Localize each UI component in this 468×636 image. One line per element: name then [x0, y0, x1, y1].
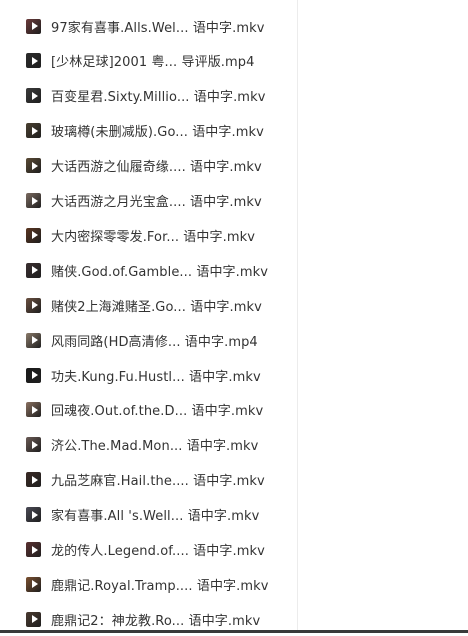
file-name: 赌侠2上海滩赌圣.Go... 语中字.mkv — [51, 299, 262, 315]
play-icon — [31, 161, 38, 170]
play-icon — [31, 126, 38, 135]
video-thumbnail-icon — [26, 332, 41, 348]
play-icon — [31, 22, 38, 30]
play-icon — [31, 615, 38, 624]
play-icon — [31, 580, 38, 589]
file-name: 功夫.Kung.Fu.Hustl... 语中字.mkv — [51, 369, 261, 385]
file-name: 大话西游之仙履奇缘.... 语中字.mkv — [51, 160, 262, 176]
file-row[interactable]: 回魂夜.Out.of.the.D... 语中字.mkv — [0, 393, 296, 427]
file-row[interactable]: 家有喜事.All 's.Well... 语中字.mkv — [0, 498, 296, 532]
video-thumbnail-icon — [26, 507, 41, 523]
file-row[interactable]: 玻璃樽(未删减版).Go... 语中字.mkv — [0, 114, 296, 148]
file-name: 赌侠.God.of.Gamble... 语中字.mkv — [51, 264, 269, 280]
video-thumbnail-icon — [26, 88, 41, 104]
play-icon — [31, 371, 38, 379]
play-icon — [31, 475, 38, 484]
file-row[interactable]: 济公.The.Mad.Mon... 语中字.mkv — [0, 428, 296, 462]
file-name: 回魂夜.Out.of.the.D... 语中字.mkv — [51, 404, 264, 420]
play-icon — [31, 440, 38, 449]
file-name: [少林足球]2001 粤... 导评版.mp4 — [51, 55, 255, 71]
play-icon — [31, 336, 38, 345]
file-row[interactable]: 大话西游之月光宝盒.... 语中字.mkv — [0, 184, 296, 218]
video-thumbnail-icon — [26, 402, 41, 418]
file-row[interactable]: 鹿鼎记.Royal.Tramp.... 语中字.mkv — [0, 567, 296, 601]
file-name: 97家有喜事.Alls.Wel... 语中字.mkv — [51, 20, 265, 36]
video-thumbnail-icon — [26, 367, 41, 383]
play-icon — [31, 266, 38, 275]
file-name: 家有喜事.All 's.Well... 语中字.mkv — [51, 509, 260, 525]
video-thumbnail-icon — [26, 227, 41, 243]
file-row[interactable]: 大内密探零零发.For... 语中字.mkv — [0, 218, 296, 252]
file-row[interactable]: 龙的传人.Legend.of.... 语中字.mkv — [0, 533, 296, 567]
play-icon — [31, 231, 38, 240]
file-row[interactable]: 赌侠2上海滩赌圣.Go... 语中字.mkv — [0, 288, 296, 322]
play-icon — [31, 91, 38, 100]
file-row[interactable]: [少林足球]2001 粤... 导评版.mp4 — [0, 44, 296, 78]
file-name: 九品芝麻官.Hail.the.... 语中字.mkv — [51, 474, 265, 490]
video-thumbnail-icon — [26, 18, 41, 34]
file-name: 玻璃樽(未删减版).Go... 语中字.mkv — [51, 125, 264, 141]
play-icon — [31, 510, 38, 519]
file-row[interactable]: 97家有喜事.Alls.Wel... 语中字.mkv — [0, 9, 296, 43]
play-icon — [31, 56, 38, 65]
file-name: 风雨同路(HD高清修... 语中字.mp4 — [51, 334, 258, 350]
play-icon — [31, 405, 38, 414]
file-name: 鹿鼎记.Royal.Tramp.... 语中字.mkv — [51, 578, 269, 594]
video-thumbnail-icon — [26, 437, 41, 453]
file-row[interactable]: 赌侠.God.of.Gamble... 语中字.mkv — [0, 253, 296, 287]
file-row[interactable]: 九品芝麻官.Hail.the.... 语中字.mkv — [0, 463, 296, 497]
play-icon — [31, 301, 38, 310]
file-row[interactable]: 大话西游之仙履奇缘.... 语中字.mkv — [0, 149, 296, 183]
video-thumbnail-icon — [26, 611, 41, 627]
file-row[interactable]: 风雨同路(HD高清修... 语中字.mp4 — [0, 323, 296, 357]
video-thumbnail-icon — [26, 576, 41, 592]
video-thumbnail-icon — [26, 262, 41, 278]
file-name: 鹿鼎记2：神龙教.Ro... 语中字.mkv — [51, 613, 261, 629]
video-thumbnail-icon — [26, 123, 41, 139]
video-thumbnail-icon — [26, 53, 41, 69]
file-name: 大内密探零零发.For... 语中字.mkv — [51, 229, 255, 245]
video-thumbnail-icon — [26, 193, 41, 208]
video-thumbnail-icon — [26, 542, 41, 557]
file-name: 百变星君.Sixty.Millio... 语中字.mkv — [51, 90, 266, 106]
file-row[interactable]: 百变星君.Sixty.Millio... 语中字.mkv — [0, 79, 296, 113]
play-icon — [31, 196, 38, 205]
file-row[interactable]: 功夫.Kung.Fu.Hustl... 语中字.mkv — [0, 358, 296, 392]
video-thumbnail-icon — [26, 158, 41, 174]
play-icon — [31, 545, 38, 554]
video-thumbnail-icon — [26, 297, 41, 313]
file-name: 大话西游之月光宝盒.... 语中字.mkv — [51, 195, 262, 210]
file-list: 97家有喜事.Alls.Wel... 语中字.mkv [少林足球]2001 粤..… — [0, 0, 298, 633]
video-thumbnail-icon — [26, 472, 41, 488]
file-name: 济公.The.Mad.Mon... 语中字.mkv — [51, 439, 259, 455]
file-name: 龙的传人.Legend.of.... 语中字.mkv — [51, 544, 265, 559]
